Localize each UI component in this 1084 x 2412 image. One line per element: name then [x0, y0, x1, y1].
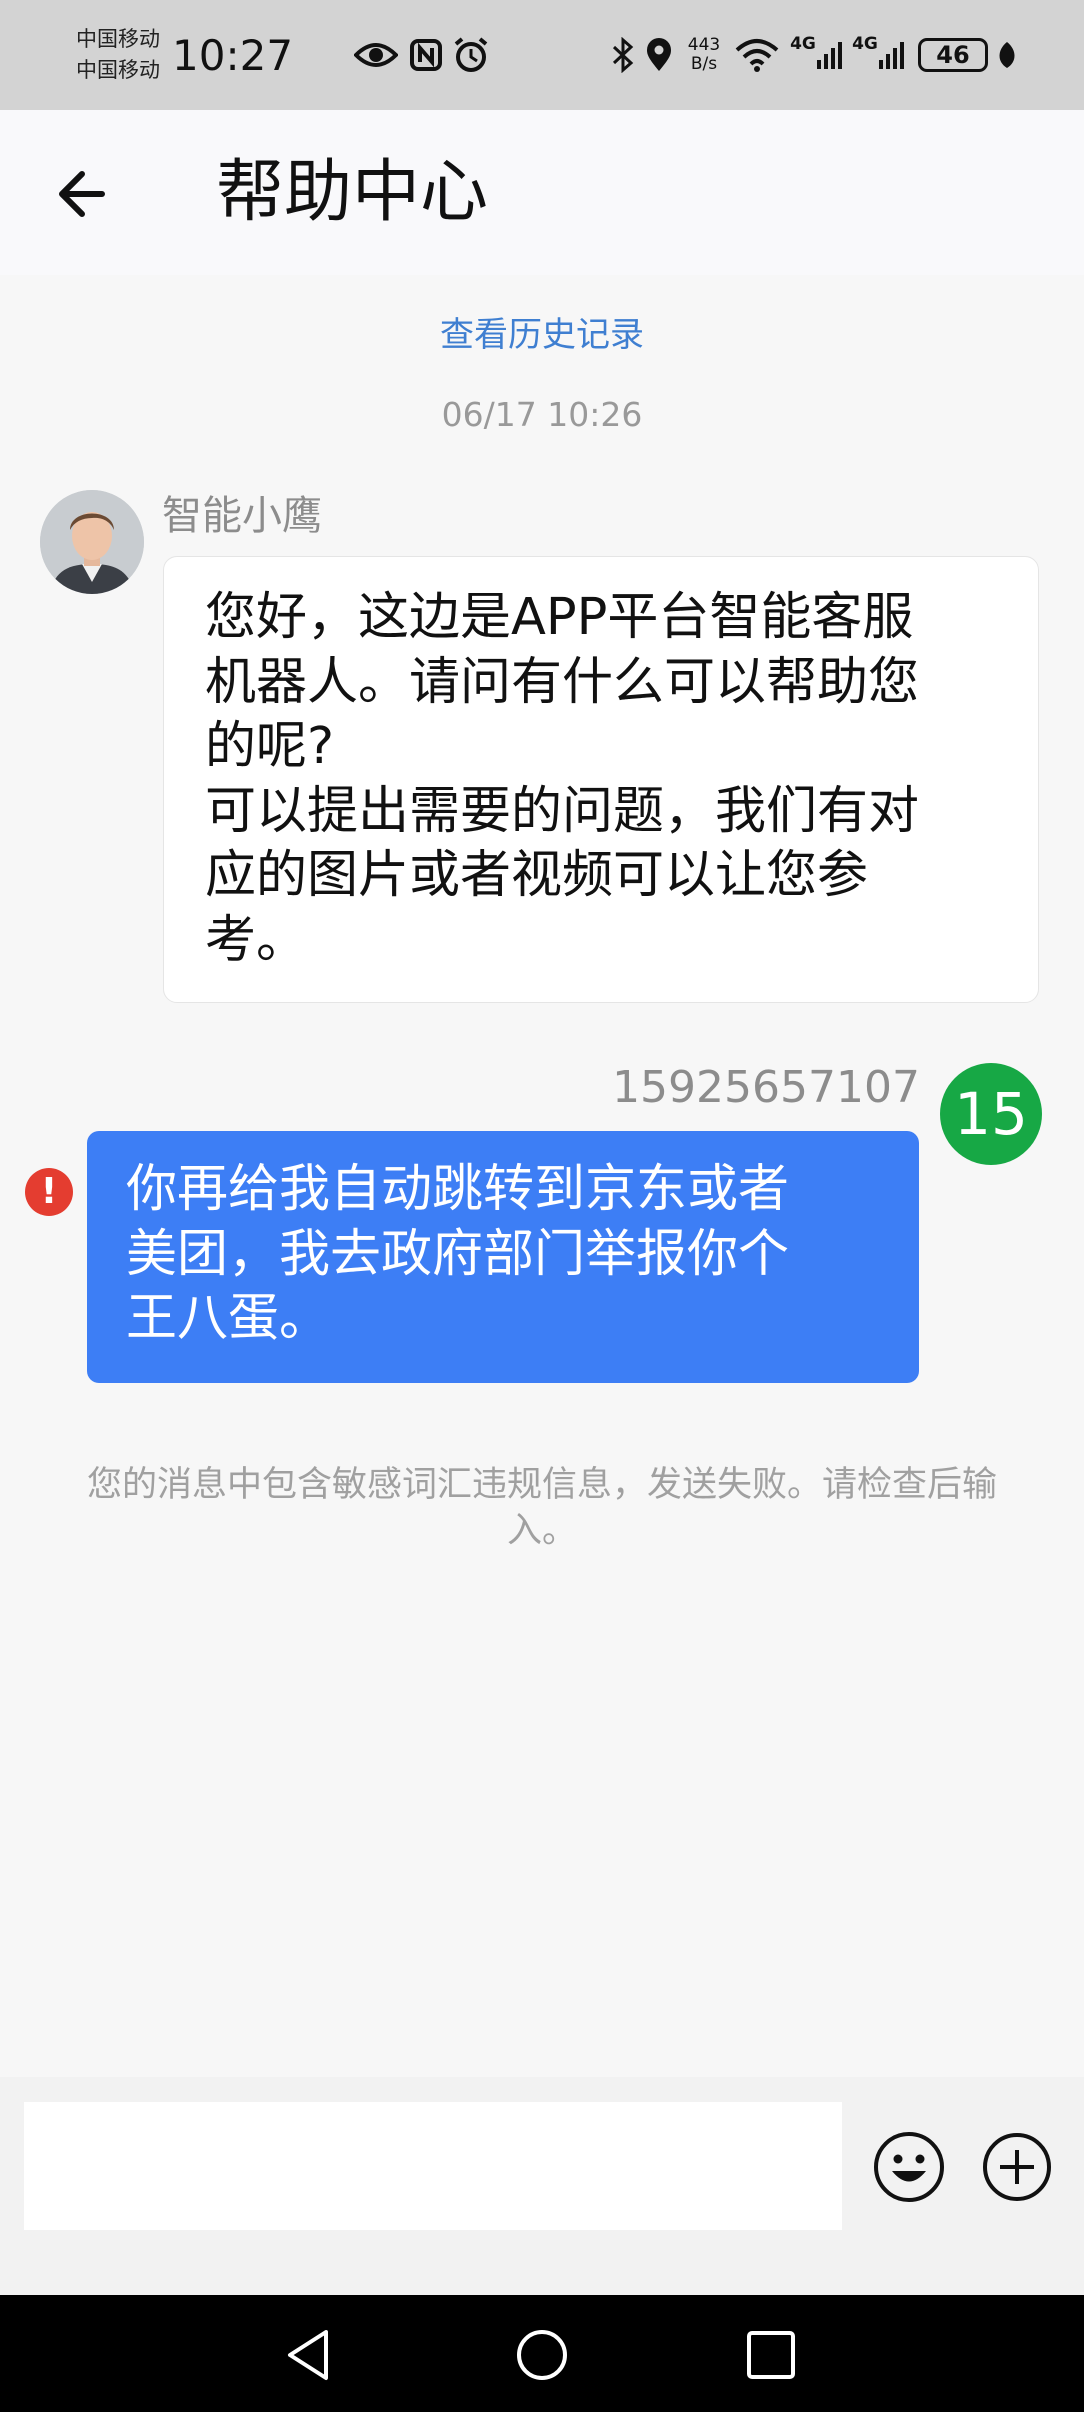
send-failed-notice: 您的消息中包含敏感词汇违规信息，发送失败。请检查后输 入。 [86, 1465, 997, 1551]
eye-icon [352, 30, 400, 80]
location-icon [642, 30, 676, 80]
nav-home-button[interactable] [507, 2320, 577, 2390]
smiley-icon [874, 2132, 944, 2202]
nfc-icon [406, 30, 446, 80]
add-button[interactable] [980, 2130, 1054, 2204]
chat-timestamp: 06/17 10:26 [441, 395, 643, 434]
user-avatar[interactable]: 15 [940, 1063, 1042, 1165]
carrier-label-2: 中国移动 [76, 58, 160, 82]
alarm-icon [450, 30, 492, 80]
back-button[interactable] [52, 158, 114, 230]
nav-recents-button[interactable] [736, 2320, 806, 2390]
app-header [0, 110, 1084, 275]
carrier-label-1: 中国移动 [76, 27, 160, 51]
page-title: 帮助中心 [216, 153, 489, 232]
signal-icon-1: 4G [790, 30, 844, 80]
view-history-link[interactable]: 查看历史记录 [0, 310, 1084, 360]
home-circle-icon [517, 2330, 567, 2380]
back-triangle-icon [288, 2330, 328, 2380]
recents-square-icon [747, 2331, 795, 2379]
net-speed: 443 B/s [680, 30, 728, 80]
message-input[interactable] [24, 2102, 842, 2230]
bot-message-text: 您好，这边是APP平台智能客服 机器人。请问有什么可以帮助您 的呢? 可以提出需… [205, 588, 920, 970]
network-type-2: 4G [852, 34, 878, 54]
bot-avatar[interactable] [40, 490, 144, 594]
plus-circle-icon [983, 2133, 1051, 2201]
net-speed-unit: B/s [690, 54, 718, 74]
nav-back-button[interactable] [276, 2320, 346, 2390]
status-time: 10:27 [172, 31, 294, 80]
battery-indicator: 46 [918, 38, 988, 72]
emoji-button[interactable] [872, 2130, 946, 2204]
leaf-icon [992, 30, 1022, 80]
user-phone-number: 15925657107 [612, 1062, 920, 1113]
user-message-text: 你再给我自动跳转到京东或者 美团，我去政府部门举报你个 王八蛋。 [126, 1160, 790, 1348]
arrow-left-icon [59, 171, 105, 217]
net-speed-value: 443 [687, 35, 721, 55]
bluetooth-icon [606, 30, 640, 80]
wifi-icon [734, 30, 780, 80]
error-icon[interactable]: ! [25, 1168, 73, 1216]
network-type-1: 4G [790, 34, 816, 54]
signal-icon-2: 4G [852, 30, 906, 80]
bot-name: 智能小鹰 [162, 493, 322, 539]
